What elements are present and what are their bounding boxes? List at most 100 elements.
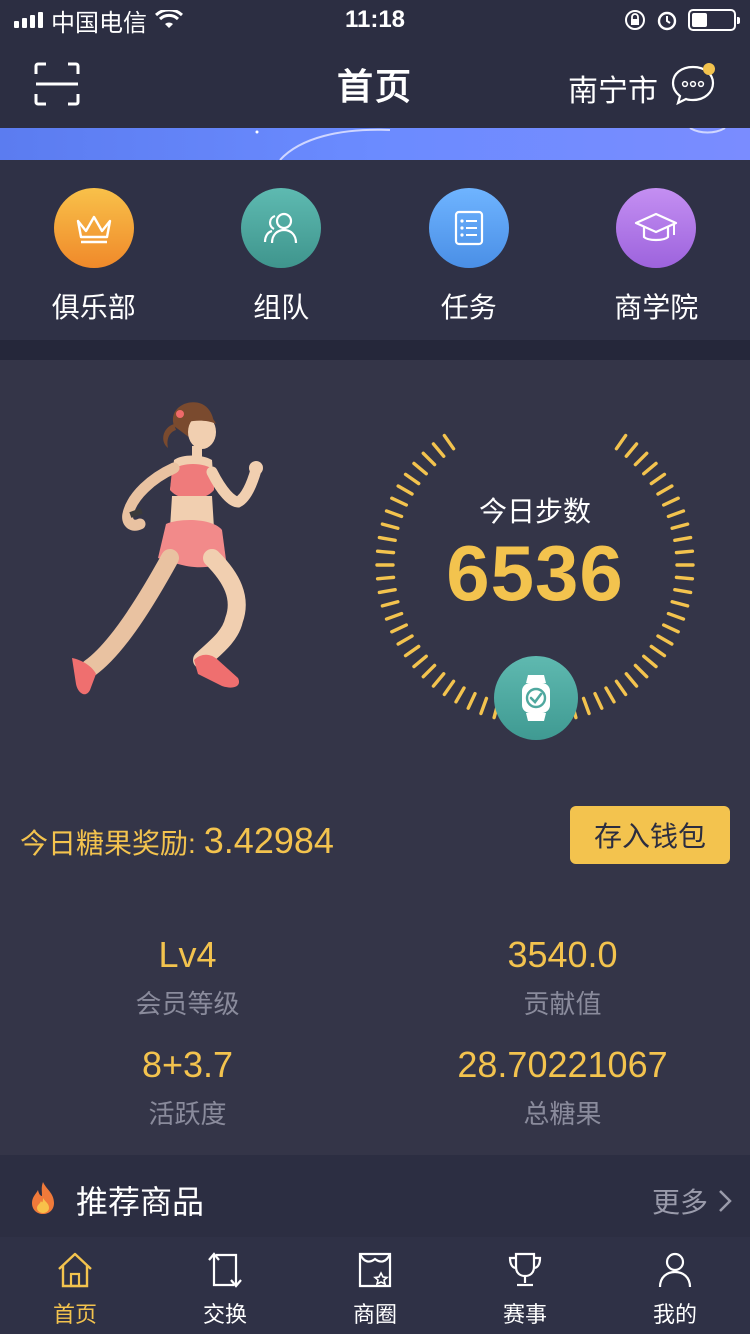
status-bar: 中国电信 11:18 [0,0,750,40]
graduation-cap-icon [616,188,697,268]
tab-exchange[interactable]: 交换 [150,1237,300,1334]
gauge-tick [431,672,446,688]
gauge-tick [442,679,456,697]
reward-value: 3.42984 [203,820,334,861]
tab-label: 商圈 [352,1302,397,1327]
alarm-icon [657,11,677,31]
gauge-tick [421,451,437,467]
chevron-right-icon [719,1190,732,1212]
gauge-tick [431,442,446,458]
trophy-icon [508,1252,542,1287]
task-list-icon [428,188,509,268]
battery-icon [688,9,740,31]
gauge-tick [454,686,466,704]
tab-bar: 首页 交换 商圈 赛事 我的 [0,1237,750,1334]
gauge-tick [412,654,428,669]
gauge-tick [614,433,628,451]
tab-label: 我的 [652,1302,697,1327]
gauge-tick [624,442,639,458]
gauge-tick [649,472,667,486]
quick-nav: 俱乐部 组队 任务 商学院 [0,160,750,340]
deposit-wallet-button[interactable]: 存入钱包 [570,806,730,864]
gauge-tick [604,686,616,704]
stat-member-level: Lv4 会员等级 [0,934,375,1021]
banner[interactable] [0,128,750,160]
tab-label: 交换 [202,1302,247,1327]
stat-label: 总糖果 [523,1099,602,1129]
tab-profile[interactable]: 我的 [600,1237,750,1334]
quick-nav-team[interactable]: 组队 [188,160,376,340]
tab-label: 赛事 [502,1302,547,1327]
stat-value: 28.70221067 [457,1044,668,1085]
tab-label: 首页 [52,1302,97,1327]
steps-value: 6536 [446,529,624,617]
reward-label: 今日糖果奖励: [20,828,196,859]
stat-label: 贡献值 [523,989,602,1019]
gauge-tick [614,679,628,697]
gauge-tick [479,696,489,716]
tab-home[interactable]: 首页 [0,1237,150,1334]
gauge-tick [412,461,428,476]
exchange-icon [208,1252,242,1288]
page-title: 首页 [336,66,413,107]
gauge-tick [403,472,421,486]
gauge-tick [661,623,680,634]
gauge-tick [581,696,591,716]
fire-icon [32,1182,54,1214]
profile-icon [658,1252,692,1288]
stat-total-candy: 28.70221067 总糖果 [375,1044,750,1131]
team-icon [241,188,322,268]
stat-label: 会员等级 [135,989,240,1019]
gauge-tick [403,644,421,658]
sync-watch-button[interactable] [494,656,578,740]
signal-icon [14,12,43,28]
quick-nav-label: 组队 [253,292,310,323]
gauge-tick [466,691,477,710]
gauge-tick [624,672,639,688]
home-icon [58,1252,92,1288]
tab-events[interactable]: 赛事 [450,1237,600,1334]
divider [0,340,750,360]
shop-icon [358,1252,392,1288]
watch-icon [522,675,550,721]
message-icon[interactable] [670,62,716,106]
quick-nav-label: 商学院 [614,292,699,323]
stat-value: 8+3.7 [141,1044,234,1085]
gauge-tick [442,433,456,451]
gauge-tick [633,663,649,679]
status-left: 中国电信 [14,3,183,38]
stat-value: Lv4 [158,934,217,975]
crown-icon [53,188,134,268]
gauge-tick [421,663,437,679]
gauge-tick [656,634,674,646]
gauge-tick [633,451,649,467]
gauge-tick [390,623,409,634]
banner-decoration [255,128,726,160]
rotation-lock-icon [625,10,645,30]
quick-nav-label: 俱乐部 [51,292,136,323]
more-label: 更多 [651,1187,708,1218]
recommended-title: 推荐商品 [76,1184,205,1220]
gauge-tick [642,654,658,669]
quick-nav-task[interactable]: 任务 [375,160,563,340]
stat-label: 活跃度 [148,1099,227,1129]
tab-shop[interactable]: 商圈 [300,1237,450,1334]
city-selector[interactable]: 南宁市 [568,66,658,110]
scan-icon[interactable] [34,62,80,106]
recommended-section: 推荐商品 更多 [0,1155,750,1237]
quick-nav-academy[interactable]: 商学院 [563,160,750,340]
quick-nav-club[interactable]: 俱乐部 [0,160,188,340]
more-link[interactable]: 更多 [652,1181,732,1221]
header: 首页 南宁市 [0,40,750,128]
steps-card: 今日步数 6536 今日糖果奖励: 3.42984 存入钱包 Lv4 会员等级 … [0,360,750,1155]
gauge-tick [396,634,414,646]
wifi-icon [155,10,183,28]
status-right [624,9,740,31]
gauge-tick [593,691,604,710]
runner-illustration [72,402,263,695]
stat-value: 3540.0 [507,934,618,975]
steps-label: 今日步数 [478,496,591,527]
stat-contribution: 3540.0 贡献值 [375,934,750,1021]
carrier-label: 中国电信 [51,9,147,37]
gauge-tick [642,461,658,476]
